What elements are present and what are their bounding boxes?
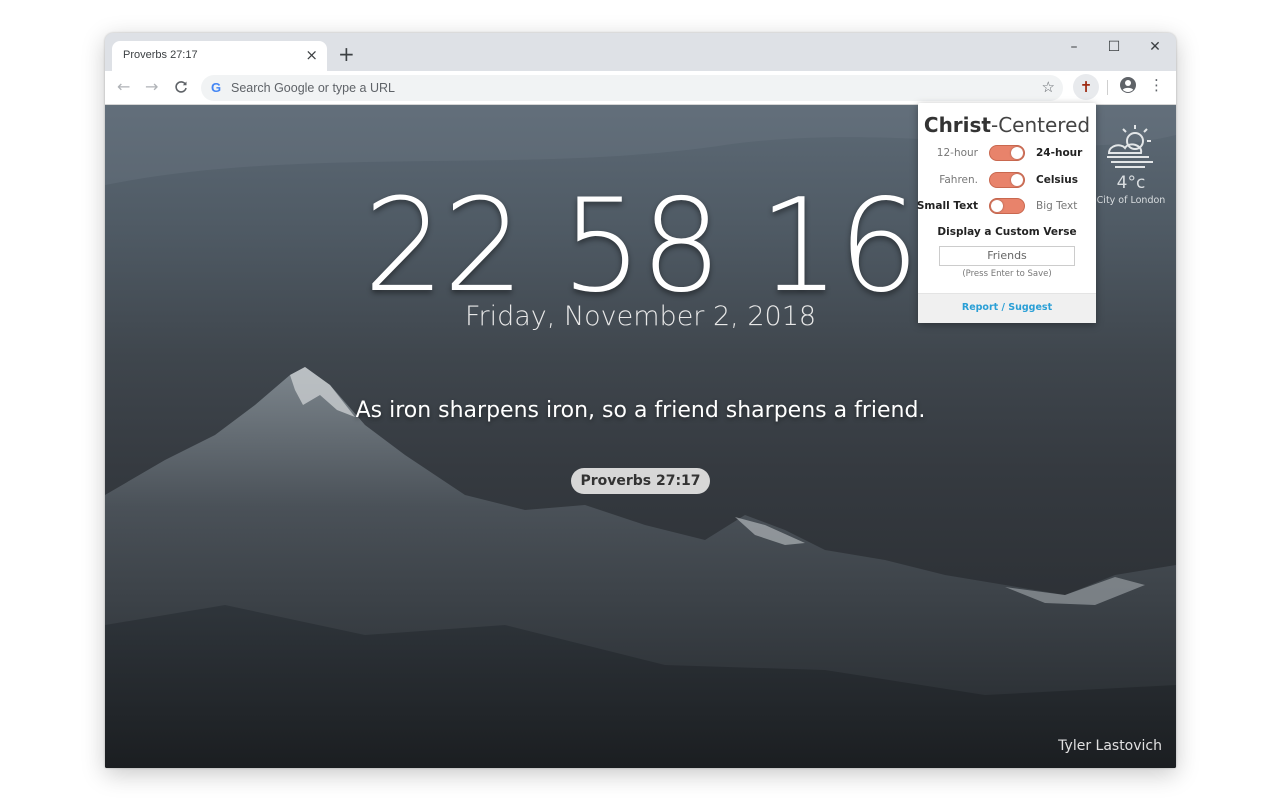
custom-verse-hint: (Press Enter to Save) xyxy=(962,269,1052,279)
cross-extension-icon[interactable]: ✝ xyxy=(1073,74,1099,100)
tab-strip: Proverbs 27:17 × + – ☐ ✕ xyxy=(105,33,1176,71)
photo-credit[interactable]: Tyler Lastovich xyxy=(1058,738,1162,754)
clock-format-toggle-row: 12-hour 24-hour xyxy=(918,145,1096,163)
popup-brand: Christ-Centered xyxy=(918,113,1096,137)
close-window-button[interactable]: ✕ xyxy=(1145,39,1165,55)
clock-minutes: 58 xyxy=(561,172,722,321)
browser-toolbar: ← → G Search Google or type a URL ☆ ✝ ⋮ xyxy=(105,71,1176,105)
tab-active[interactable]: Proverbs 27:17 × xyxy=(112,41,327,71)
tab-title: Proverbs 27:17 xyxy=(123,49,198,61)
clock-hours: 22 xyxy=(363,172,525,321)
brand-rest: -Centered xyxy=(991,113,1091,137)
account-icon[interactable] xyxy=(1119,76,1137,94)
temperature-unit-toggle-row: Fahren. Celsius xyxy=(918,172,1096,190)
partly-sunny-fog-icon xyxy=(1107,125,1153,168)
switch-knob xyxy=(1011,174,1023,186)
report-suggest-link[interactable]: Report / Suggest xyxy=(918,302,1096,313)
toggle-option-celsius[interactable]: Celsius xyxy=(1036,174,1078,186)
address-bar[interactable]: G Search Google or type a URL ☆ xyxy=(201,75,1063,101)
brand-bold: Christ xyxy=(923,113,991,137)
clock-seconds: 16 xyxy=(758,172,920,321)
new-tab-button[interactable]: + xyxy=(338,44,355,64)
switch-knob xyxy=(991,200,1003,212)
toggle-option-fahrenheit[interactable]: Fahren. xyxy=(939,174,978,186)
back-button[interactable]: ← xyxy=(117,77,130,97)
forward-button[interactable]: → xyxy=(145,77,158,97)
address-bar-placeholder: Search Google or type a URL xyxy=(231,81,395,95)
reload-button[interactable] xyxy=(174,77,188,99)
tab-close-icon[interactable]: × xyxy=(305,46,318,64)
bookmark-star-icon[interactable]: ☆ xyxy=(1042,78,1055,96)
maximize-button[interactable]: ☐ xyxy=(1104,39,1124,55)
text-size-switch[interactable] xyxy=(989,198,1025,214)
custom-verse-input[interactable]: Friends xyxy=(939,246,1075,266)
custom-verse-title: Display a Custom Verse xyxy=(937,226,1077,238)
switch-knob xyxy=(1011,147,1023,159)
verse-reference-button[interactable]: Proverbs 27:17 xyxy=(571,468,710,494)
verse-text: As iron sharpens iron, so a friend sharp… xyxy=(355,398,926,423)
toolbar-divider xyxy=(1107,80,1108,95)
temperature-unit-switch[interactable] xyxy=(989,172,1025,188)
popup-footer: Report / Suggest xyxy=(918,293,1096,323)
toggle-option-24-hour[interactable]: 24-hour xyxy=(1036,147,1082,159)
extension-popup: Christ-Centered 12-hour 24-hour Fahren. … xyxy=(917,103,1096,323)
text-size-toggle-row: Small Text Big Text xyxy=(917,198,1096,216)
browser-menu-icon[interactable]: ⋮ xyxy=(1149,76,1164,94)
clock-format-switch[interactable] xyxy=(989,145,1025,161)
toggle-option-12-hour[interactable]: 12-hour xyxy=(937,147,978,159)
google-icon: G xyxy=(211,80,222,95)
minimize-button[interactable]: – xyxy=(1064,39,1084,55)
reload-icon xyxy=(175,81,187,93)
toggle-option-big-text[interactable]: Big Text xyxy=(1036,200,1077,212)
toggle-option-small-text[interactable]: Small Text xyxy=(917,200,978,212)
